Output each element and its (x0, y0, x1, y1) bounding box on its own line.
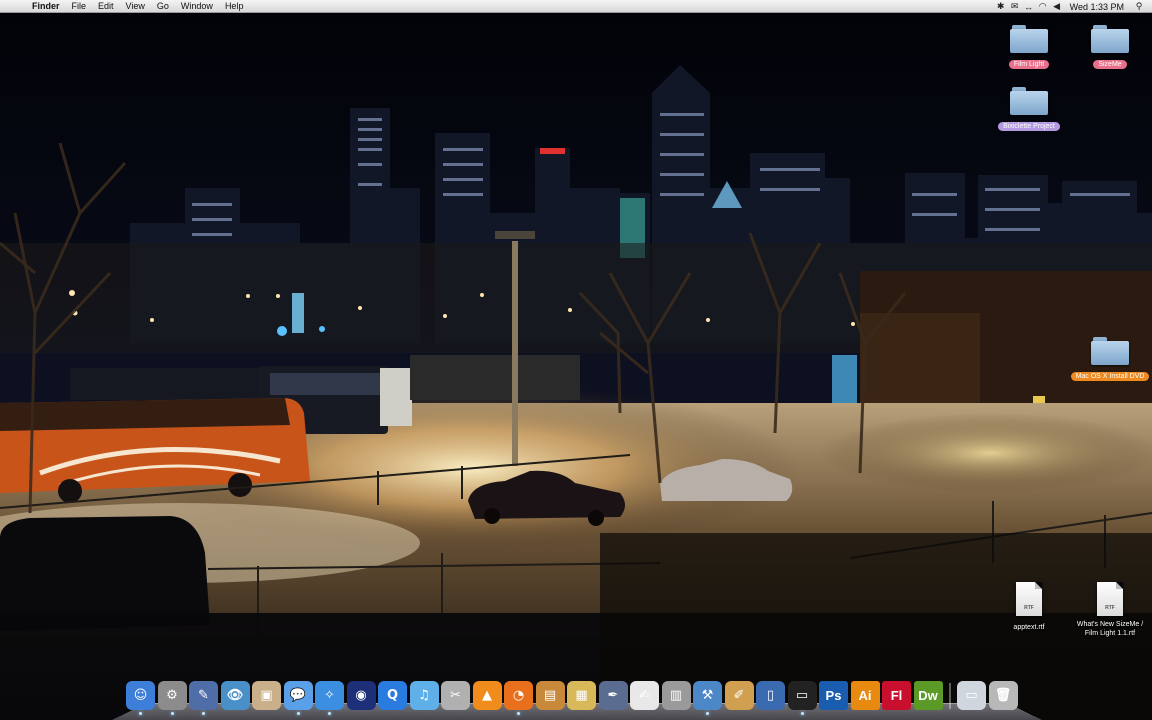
desktop-folder-film-light[interactable]: Film Light (989, 25, 1069, 71)
desktop-folder-bixiclette-project[interactable]: Bixiclette Project (989, 87, 1069, 133)
menu-help[interactable]: Help (219, 0, 250, 13)
archive-utility-icon[interactable]: ▦ (567, 681, 596, 710)
running-indicator (202, 712, 205, 715)
desktop-folder-sizeme[interactable]: SizeMe (1070, 25, 1150, 71)
rtf-badge: RTF (1105, 605, 1115, 611)
running-indicator (296, 712, 300, 715)
desktop-icon-label: Bixiclette Project (998, 122, 1060, 131)
sync-icon[interactable]: ↔ (1022, 2, 1036, 12)
wifi-icon[interactable]: ◠ (1036, 1, 1050, 12)
menu-view[interactable]: View (120, 0, 151, 13)
system-preferences-icon[interactable]: ⚙ (157, 681, 187, 715)
running-indicator (706, 712, 709, 715)
rtf-document-icon: RTF (1016, 582, 1042, 616)
ichat-icon[interactable]: 💬 (283, 681, 313, 715)
photo-booth-icon[interactable]: ▤ (535, 681, 565, 710)
menu-clock[interactable]: Wed 1:33 PM (1064, 2, 1132, 12)
desktop-icon-label: Mac OS X Install DVD (1070, 372, 1150, 381)
running-indicator (800, 712, 804, 715)
script-editor-icon[interactable]: ✒ (598, 681, 628, 710)
xcode-icon[interactable]: ⚒ (693, 681, 722, 715)
desktop-icon-label: Film Light (1008, 60, 1050, 69)
preview-icon[interactable]: 👁 (220, 681, 250, 710)
textedit-icon[interactable]: ✍ (630, 681, 659, 710)
menu-finder[interactable]: Finder (24, 0, 66, 13)
menu-window[interactable]: Window (175, 0, 219, 13)
spotlight-search-icon[interactable]: ⚲ (1132, 1, 1146, 12)
menu-edit[interactable]: Edit (92, 0, 120, 13)
desktop-wallpaper (0, 13, 1152, 720)
desktop-file-apptext-rtf[interactable]: RTF apptext.rtf (989, 582, 1069, 634)
calculator-icon[interactable]: ▥ (661, 681, 691, 710)
desktop-disk-mac-os-x-install-dvd[interactable]: Mac OS X Install DVD (1070, 337, 1150, 383)
iphone-simulator-icon[interactable]: ▯ (756, 681, 785, 710)
terminal-icon[interactable]: ▭ (787, 681, 817, 715)
dreamweaver-icon[interactable]: Dw (913, 681, 943, 710)
running-indicator (170, 712, 174, 715)
desktop-icon-label: apptext.rtf (1013, 624, 1045, 631)
iphoto-icon[interactable]: ▣ (252, 681, 281, 710)
wallpaper-image (0, 13, 1152, 720)
folder-icon (1010, 87, 1048, 115)
quicktime-icon[interactable]: ◉ (346, 681, 376, 710)
illustrator-icon[interactable]: Ai (850, 681, 880, 710)
folder-icon (1091, 25, 1129, 53)
rtf-document-icon: RTF (1097, 582, 1123, 616)
quicktime-player-icon[interactable]: Q (378, 681, 407, 710)
running-indicator (328, 712, 331, 715)
desktop-file-whats-new-rtf[interactable]: RTF What's New SizeMe / Film Light 1.1.r… (1070, 582, 1150, 640)
photoshop-icon[interactable]: Ps (819, 681, 848, 710)
folder-icon (1010, 25, 1048, 53)
interface-builder-icon[interactable]: ✐ (724, 681, 754, 710)
safari-icon[interactable]: ✧ (315, 681, 344, 715)
dvd-player-icon[interactable]: ✂ (441, 681, 470, 710)
dvd-disk-icon (1091, 337, 1129, 365)
volume-icon[interactable]: ◀ (1050, 1, 1064, 12)
menu-bar: Finder File Edit View Go Window Help ✱ ✉… (0, 0, 1152, 13)
downloads-stack-icon[interactable]: ▭ (957, 681, 986, 710)
rtf-badge: RTF (1024, 605, 1034, 611)
flash-icon[interactable]: Fl (882, 681, 911, 710)
firefox-icon[interactable]: ◔ (504, 681, 533, 715)
dock-apps: ☺ ⚙ ✎ 👁 ▣ 💬 ✧ ◉ Q ♫ ✂ ▲ ◔ ▤ ▦ ✒ ✍ ▥ ⚒ ✐ ▯ ▭ Ps Ai Fl Dw ▭ 🗑 (126, 681, 1020, 715)
running-indicator (517, 712, 520, 715)
desktop-icon-label: SizeMe (1093, 60, 1127, 69)
menu-extras: ✱ ✉ ↔ ◠ ◀ Wed 1:33 PM ⚲ (994, 0, 1152, 13)
trash-icon[interactable]: 🗑 (988, 681, 1018, 710)
dock-separator[interactable] (949, 683, 951, 709)
itunes-icon[interactable]: ♫ (409, 681, 439, 710)
menu-go[interactable]: Go (151, 0, 175, 13)
script-menu-icon[interactable]: ✱ (994, 1, 1008, 12)
dock: ☺ ⚙ ✎ 👁 ▣ 💬 ✧ ◉ Q ♫ ✂ ▲ ◔ ▤ ▦ ✒ ✍ ▥ ⚒ ✐ ▯ ▭ Ps Ai Fl Dw ▭ 🗑 (112, 681, 1042, 720)
running-indicator (139, 712, 142, 715)
vlc-icon[interactable]: ▲ (472, 681, 502, 710)
finder-icon[interactable]: ☺ (126, 681, 155, 715)
mail-icon[interactable]: ✉ (1008, 1, 1022, 12)
desktop-icon-label: What's New SizeMe / Film Light 1.1.rtf (1076, 621, 1144, 637)
menu-file[interactable]: File (66, 0, 93, 13)
automator-icon[interactable]: ✎ (189, 681, 218, 715)
